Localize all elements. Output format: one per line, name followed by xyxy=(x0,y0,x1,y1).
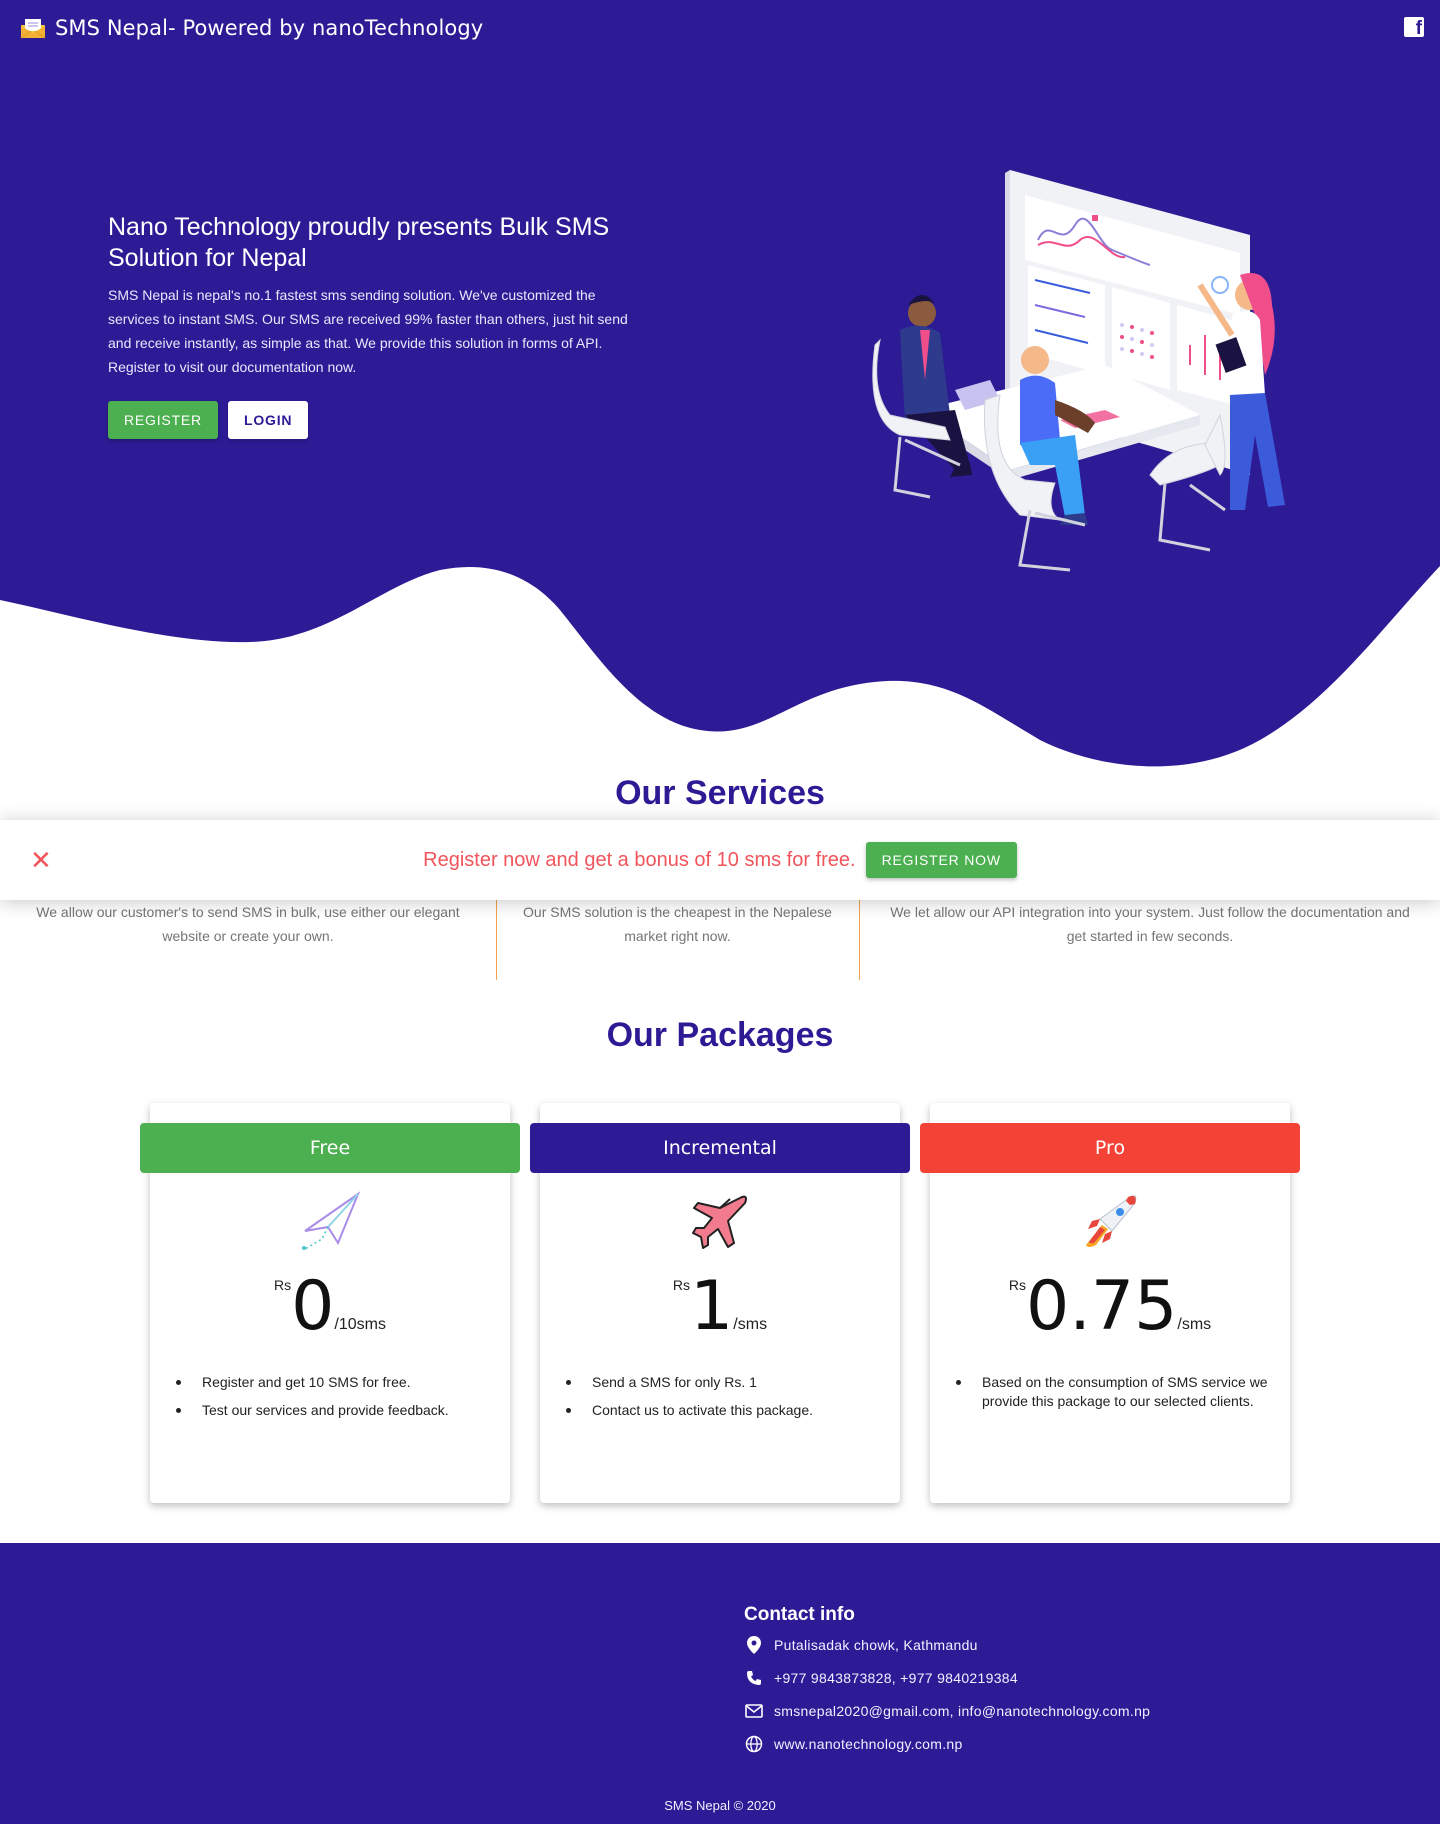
price-currency: Rs xyxy=(274,1277,292,1293)
price-unit: /sms xyxy=(733,1316,768,1333)
phone-text[interactable]: +977 9843873828, +977 9840219384 xyxy=(774,1670,1018,1686)
facebook-icon[interactable]: f xyxy=(1404,17,1424,38)
service-item-cheapest: Our SMS solution is the cheapest in the … xyxy=(523,904,832,944)
hero-description: SMS Nepal is nepal's no.1 fastest sms se… xyxy=(108,287,628,375)
paper-plane-icon xyxy=(302,1191,360,1250)
package-card-pro: Pro Rs0.75/sms Based on the consumption … xyxy=(920,1103,1300,1503)
packages-title: Our Packages xyxy=(606,1016,834,1054)
register-now-button[interactable]: REGISTER NOW xyxy=(865,842,1017,878)
mail-icon xyxy=(744,1701,764,1721)
register-button[interactable]: REGISTER xyxy=(108,401,218,439)
website-link[interactable]: www.nanotechnology.com.np xyxy=(774,1736,963,1752)
brand-title[interactable]: SMS Nepal- Powered by nanoTechnology xyxy=(55,16,483,40)
login-button[interactable]: LOGIN xyxy=(227,401,309,439)
airplane-icon xyxy=(692,1195,747,1249)
globe-icon xyxy=(744,1734,764,1754)
contact-title: Contact info xyxy=(744,1604,855,1625)
package-features: Send a SMS for only Rs. 1 Contact us to … xyxy=(566,1373,886,1429)
rocket-icon xyxy=(1086,1195,1137,1247)
address-text: Putalisadak chowk, Kathmandu xyxy=(774,1637,978,1653)
top-navbar: SMS Nepal- Powered by nanoTechnology f xyxy=(0,0,1440,56)
package-name: Incremental xyxy=(530,1123,910,1173)
footer: Contact info Putalisadak chowk, Kathmand… xyxy=(0,1543,1440,1824)
service-divider xyxy=(859,895,860,980)
banner-text: Register now and get a bonus of 10 sms f… xyxy=(423,848,856,871)
feature-item: Register and get 10 SMS for free. xyxy=(176,1373,496,1392)
promo-banner: ✕ Register now and get a bonus of 10 sms… xyxy=(0,820,1440,900)
services-title: Our Services xyxy=(615,774,825,812)
feature-item: Based on the consumption of SMS service … xyxy=(956,1373,1276,1411)
price-currency: Rs xyxy=(672,1277,691,1293)
feature-item: Contact us to activate this package. xyxy=(566,1401,886,1420)
phone-icon xyxy=(744,1668,764,1688)
close-icon[interactable]: ✕ xyxy=(30,847,52,873)
price-amount: 0.75 xyxy=(1025,1267,1178,1346)
hero-buttons: REGISTER LOGIN xyxy=(108,401,628,439)
package-features: Based on the consumption of SMS service … xyxy=(956,1373,1276,1420)
price-unit: /10sms xyxy=(334,1316,386,1333)
package-name: Pro xyxy=(920,1123,1300,1173)
package-features: Register and get 10 SMS for free. Test o… xyxy=(176,1373,496,1429)
service-divider xyxy=(496,895,497,980)
email-text[interactable]: smsnepal2020@gmail.com, info@nanotechnol… xyxy=(774,1703,1150,1719)
feature-item: Send a SMS for only Rs. 1 xyxy=(566,1373,886,1392)
price-amount: 0 xyxy=(291,1267,335,1346)
package-price: Rs1/sms xyxy=(540,1271,900,1343)
service-item-api: We let allow our API integration into yo… xyxy=(890,904,1410,944)
envelope-logo-icon xyxy=(20,17,46,39)
price-unit: /sms xyxy=(1177,1316,1212,1333)
service-item-bulk: We allow our customer's to send SMS in b… xyxy=(36,904,460,944)
contact-email: smsnepal2020@gmail.com, info@nanotechnol… xyxy=(744,1701,1150,1721)
price-currency: Rs xyxy=(1008,1277,1026,1293)
feature-item: Test our services and provide feedback. xyxy=(176,1401,496,1420)
location-pin-icon xyxy=(744,1635,764,1655)
package-name: Free xyxy=(140,1123,520,1173)
package-card-free: Free Rs0/10sms Register and get 10 SMS f… xyxy=(140,1103,520,1503)
contact-website: www.nanotechnology.com.np xyxy=(744,1734,963,1754)
hero-section: Nano Technology proudly presents Bulk SM… xyxy=(108,212,628,439)
team-meeting-illustration xyxy=(872,170,1285,572)
copyright: SMS Nepal © 2020 xyxy=(664,1798,776,1813)
hero-title: Nano Technology proudly presents Bulk SM… xyxy=(108,213,610,272)
package-card-incremental: Incremental Rs1/sms Send a SMS for only … xyxy=(530,1103,910,1503)
contact-phone: +977 9843873828, +977 9840219384 xyxy=(744,1668,1018,1688)
price-amount: 1 xyxy=(690,1267,734,1346)
package-price: Rs0/10sms xyxy=(150,1271,510,1343)
package-price: Rs0.75/sms xyxy=(930,1271,1290,1343)
contact-address: Putalisadak chowk, Kathmandu xyxy=(744,1635,978,1655)
